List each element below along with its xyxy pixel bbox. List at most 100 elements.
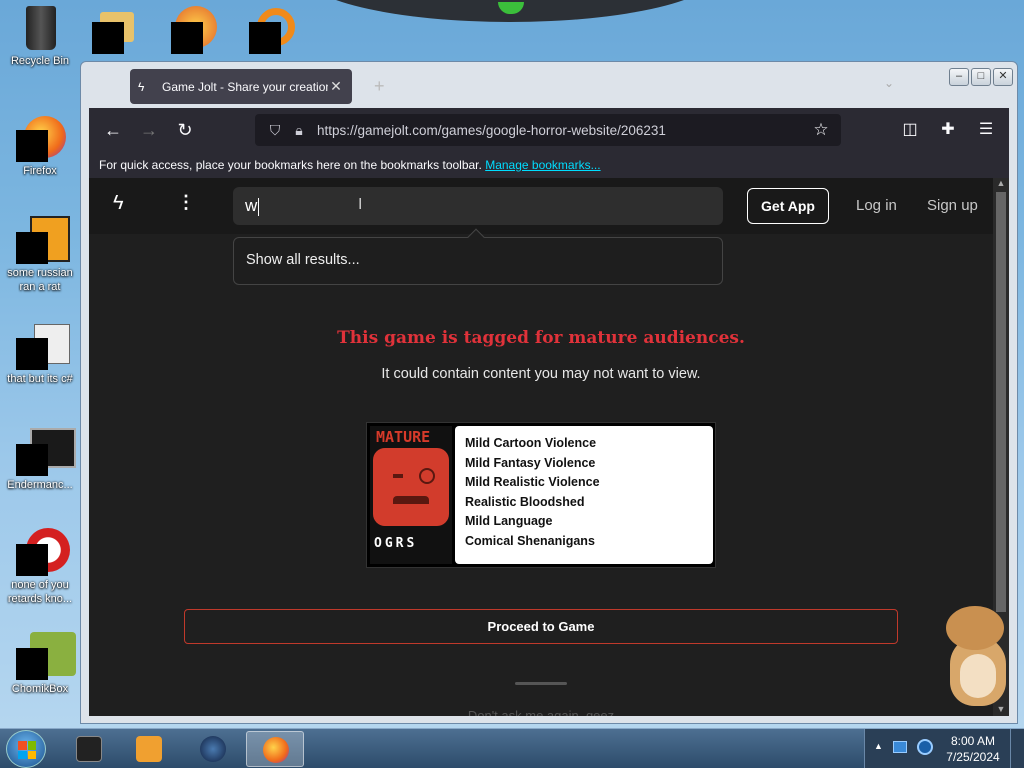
app-icon [76,736,102,762]
url-text[interactable]: https://gamejolt.com/games/google-horror… [317,123,809,138]
hamster-desktop-pet[interactable] [944,606,1008,710]
media-player-icon [136,736,162,762]
log-in-link[interactable]: Log in [856,197,897,214]
redaction-block [16,130,48,162]
tab-game-jolt[interactable]: ϟ Game Jolt - Share your creations ✕ [130,69,352,104]
bookmarks-toolbar: For quick access, place your bookmarks h… [89,152,1009,178]
desktop-icon-recycle-bin[interactable]: Recycle Bin [0,4,80,68]
bookmarks-hint: For quick access, place your bookmarks h… [99,158,482,172]
redaction-block [16,544,48,576]
reload-icon[interactable]: ↻ [167,114,203,146]
redaction-block [16,444,48,476]
content-descriptors: Mild Cartoon Violence Mild Fantasy Viole… [455,426,713,564]
sign-up-link[interactable]: Sign up [927,197,978,214]
navigation-toolbar: ← → ↻ ⛉ 🔒︎ https://gamejolt.com/games/go… [89,108,1009,152]
get-app-button[interactable]: Get App [747,188,829,224]
taskbar-item-firefox[interactable] [246,731,304,767]
forward-arrow-icon[interactable]: → [131,114,167,146]
game-jolt-favicon-icon: ϟ [138,79,145,94]
taskbar-item-3[interactable] [184,731,242,767]
url-bar[interactable]: ⛉ 🔒︎ https://gamejolt.com/games/google-h… [255,114,841,146]
system-tray: ▲ 8:00 AM 7/25/2024 [864,729,1024,768]
scrollbar-thumb[interactable] [996,192,1006,612]
show-all-results-item[interactable]: Show all results... [246,252,360,268]
desktop-icon-label: ChomikBox [11,683,69,695]
taskbar: ▲ 8:00 AM 7/25/2024 [0,728,1024,768]
scroll-up-icon[interactable]: ▲ [995,178,1007,190]
descriptor-item: Mild Cartoon Violence [465,436,597,450]
redaction-block [92,22,124,54]
globe-icon [200,736,226,762]
clock-date: 7/25/2024 [946,750,1000,764]
back-arrow-icon[interactable]: ← [95,114,131,146]
extensions-icon[interactable]: ✚ [931,114,965,146]
clock[interactable]: 8:00 AM 7/25/2024 [943,733,1003,765]
descriptor-item: Mild Fantasy Violence [465,455,596,470]
pocket-icon[interactable]: ◫ [893,114,927,146]
content-rating-box: MATURE OGRS Mild Cartoon Violence Mild F… [366,422,716,568]
desktop-icon-none-of-you[interactable]: none of you retards kno... [0,528,80,606]
toolbar-right: ◫ ✚ ☰ [893,114,1003,146]
redaction-block [16,648,48,680]
desktop-icon-app-1[interactable] [171,4,219,54]
descriptor-item: Comical Shenanigans [465,533,595,548]
redaction-block [171,22,203,54]
game-jolt-logo-icon[interactable]: ϟ [113,192,137,218]
redaction-block [16,338,48,370]
recycle-bin-icon [26,6,56,50]
badge-bottom-text: OGRS [374,536,418,551]
tab-title: Game Jolt - Share your creations [162,79,328,94]
taskbar-item-1[interactable] [60,731,118,767]
site-header: ϟ ⋮ w I Get App Log in Sign up [89,178,993,234]
clock-time: 8:00 AM [950,734,996,748]
desktop-icon-app-2[interactable] [249,4,297,54]
wallpaper-glow [498,2,524,14]
network-icon[interactable] [917,739,933,755]
badge-top-text: MATURE [376,428,431,446]
desktop-icon-folder[interactable] [92,4,140,54]
show-desktop-button[interactable] [1010,729,1024,768]
firefox-icon [263,737,289,763]
browser-window: – □ ✕ ϟ Game Jolt - Share your creations… [80,61,1018,724]
hamburger-menu-icon[interactable]: ☰ [969,114,1003,146]
search-dropdown: Show all results... [233,228,723,285]
action-center-icon[interactable] [893,741,907,753]
dont-ask-again-link[interactable]: Don't ask me again, geez [89,708,993,716]
mature-rating-badge: MATURE OGRS [370,426,452,564]
ibeam-cursor-icon: I [358,196,363,213]
desktop-icon-rat[interactable]: some russian ran a rat [0,216,80,294]
manage-bookmarks-link[interactable]: Manage bookmarks... [485,158,600,172]
redaction-block [249,22,281,54]
wallpaper-decoration [300,0,720,22]
mature-warning-title: This game is tagged for mature audiences… [337,328,745,348]
taskbar-item-media[interactable] [120,731,178,767]
close-tab-icon[interactable]: ✕ [328,78,344,95]
lock-icon[interactable]: 🔒︎ [287,122,311,139]
new-tab-button[interactable]: + [374,76,385,97]
redaction-block [16,232,48,264]
search-input[interactable]: w [233,187,723,225]
web-page: ϟ ⋮ w I Get App Log in Sign up Show all … [89,178,993,716]
desktop-icon-label: some russian ran a rat [7,267,73,293]
mature-warning-subtitle: It could contain content you may not wan… [381,366,701,382]
desktop-icon-label: Endermanc... [7,479,73,491]
shield-icon[interactable]: ⛉ [263,122,287,139]
search-input-value[interactable]: w [245,196,257,215]
start-button[interactable] [6,730,46,768]
desktop-icon-label: none of you retards kno... [7,579,73,605]
monocle-face-icon [373,448,449,526]
desktop-icon-label: Recycle Bin [10,55,70,67]
desktop-icon-firefox[interactable]: Firefox [0,114,80,178]
desktop-icon-chomikbox[interactable]: ChomikBox [0,632,80,696]
more-options-icon[interactable]: ⋮ [177,192,195,213]
proceed-to-game-button[interactable]: Proceed to Game [184,609,898,644]
windows-logo-icon [18,741,36,759]
desktop-icon-enderman[interactable]: Endermanc... [0,428,80,492]
list-tabs-chevron-icon[interactable]: ⌄ [884,76,894,90]
desktop-icon-csharp[interactable]: that but its c# [0,322,80,386]
desktop-icon-label: Firefox [23,165,57,177]
text-caret [258,197,260,216]
star-icon[interactable]: ☆ [809,120,833,140]
divider [515,682,567,685]
show-hidden-icons-icon[interactable]: ▲ [874,741,883,751]
